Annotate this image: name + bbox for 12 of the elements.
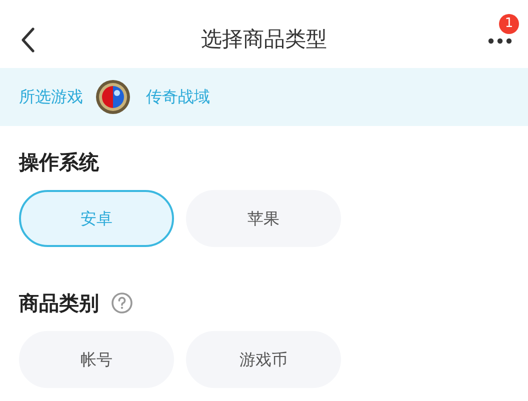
game-name: 传奇战域 bbox=[146, 86, 210, 108]
game-label: 所选游戏 bbox=[19, 86, 83, 108]
option-chip[interactable]: 游戏币 bbox=[186, 331, 341, 388]
help-icon[interactable] bbox=[111, 292, 133, 314]
section-title: 商品类别 bbox=[19, 290, 99, 317]
section-title: 操作系统 bbox=[19, 149, 99, 176]
game-icon bbox=[95, 79, 131, 115]
option-chip[interactable]: 帐号 bbox=[19, 331, 174, 388]
page-title: 选择商品类型 bbox=[201, 26, 327, 54]
more-icon[interactable] bbox=[486, 36, 514, 46]
notification-badge: 1 bbox=[499, 14, 519, 34]
option-chip[interactable]: 苹果 bbox=[186, 190, 341, 247]
